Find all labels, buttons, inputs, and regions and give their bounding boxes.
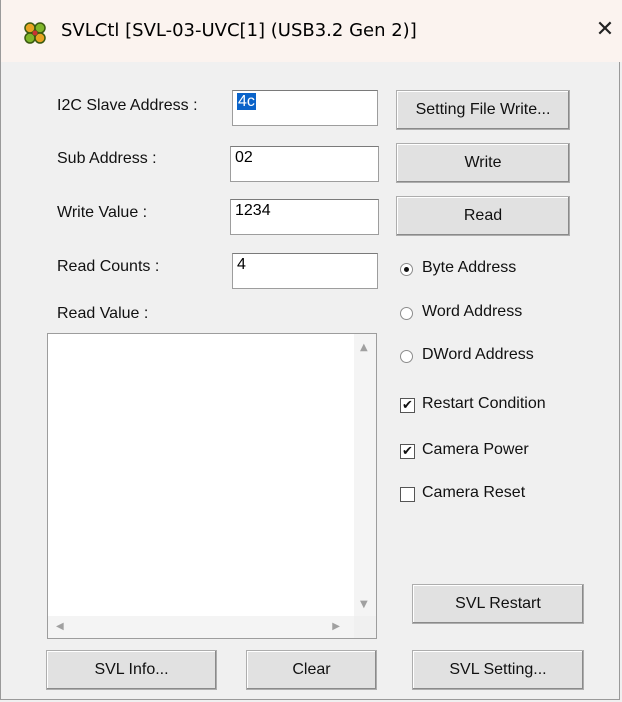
camera-power-label[interactable]: Camera Power <box>422 441 529 459</box>
byte-address-radio[interactable] <box>400 263 413 276</box>
read-button[interactable]: Read <box>396 196 570 236</box>
read-value-label: Read Value : <box>57 305 149 322</box>
write-button[interactable]: Write <box>396 143 570 183</box>
vertical-scrollbar[interactable]: ▲ ▼ <box>354 334 376 616</box>
title-bar[interactable]: SVLCtl [SVL-03-UVC[1] (USB3.2 Gen 2)] ✕ <box>1 0 622 62</box>
scrollbar-corner <box>354 616 376 638</box>
word-address-label[interactable]: Word Address <box>422 303 522 321</box>
camera-reset-checkbox[interactable] <box>400 487 415 502</box>
i2c-slave-address-value: 4c <box>237 93 256 110</box>
close-icon[interactable]: ✕ <box>591 16 619 44</box>
svl-setting-button[interactable]: SVL Setting... <box>412 650 584 690</box>
write-value-label: Write Value : <box>57 204 148 221</box>
camera-reset-label[interactable]: Camera Reset <box>422 484 525 502</box>
dword-address-radio[interactable] <box>400 350 413 363</box>
sub-address-label: Sub Address : <box>57 150 157 167</box>
write-value-input[interactable]: 1234 <box>230 199 379 235</box>
clear-button[interactable]: Clear <box>246 650 377 690</box>
dword-address-label[interactable]: DWord Address <box>422 346 534 364</box>
scroll-down-icon[interactable]: ▼ <box>360 599 368 610</box>
svl-info-button[interactable]: SVL Info... <box>46 650 217 690</box>
window-title: SVLCtl [SVL-03-UVC[1] (USB3.2 Gen 2)] <box>61 20 417 41</box>
read-counts-label: Read Counts : <box>57 258 160 275</box>
svl-restart-button[interactable]: SVL Restart <box>412 584 584 624</box>
scroll-up-icon[interactable]: ▲ <box>360 342 368 353</box>
i2c-slave-address-label: I2C Slave Address : <box>57 97 198 114</box>
scroll-left-icon[interactable]: ◀ <box>56 621 64 632</box>
app-icon <box>24 22 46 44</box>
restart-condition-checkbox[interactable]: ✔ <box>400 398 415 413</box>
i2c-slave-address-input[interactable]: 4c <box>232 90 378 126</box>
restart-condition-label[interactable]: Restart Condition <box>422 395 546 413</box>
setting-file-write-button[interactable]: Setting File Write... <box>396 90 570 130</box>
read-value-list[interactable]: ▲ ▼ ◀ ▶ <box>47 333 377 639</box>
read-counts-input[interactable]: 4 <box>232 253 378 289</box>
scroll-right-icon[interactable]: ▶ <box>332 621 340 632</box>
svlctl-dialog: SVLCtl [SVL-03-UVC[1] (USB3.2 Gen 2)] ✕ … <box>0 0 622 700</box>
word-address-radio[interactable] <box>400 307 413 320</box>
camera-power-checkbox[interactable]: ✔ <box>400 444 415 459</box>
horizontal-scrollbar[interactable]: ◀ ▶ <box>48 616 354 638</box>
sub-address-input[interactable]: 02 <box>230 146 379 182</box>
byte-address-label[interactable]: Byte Address <box>422 259 516 277</box>
